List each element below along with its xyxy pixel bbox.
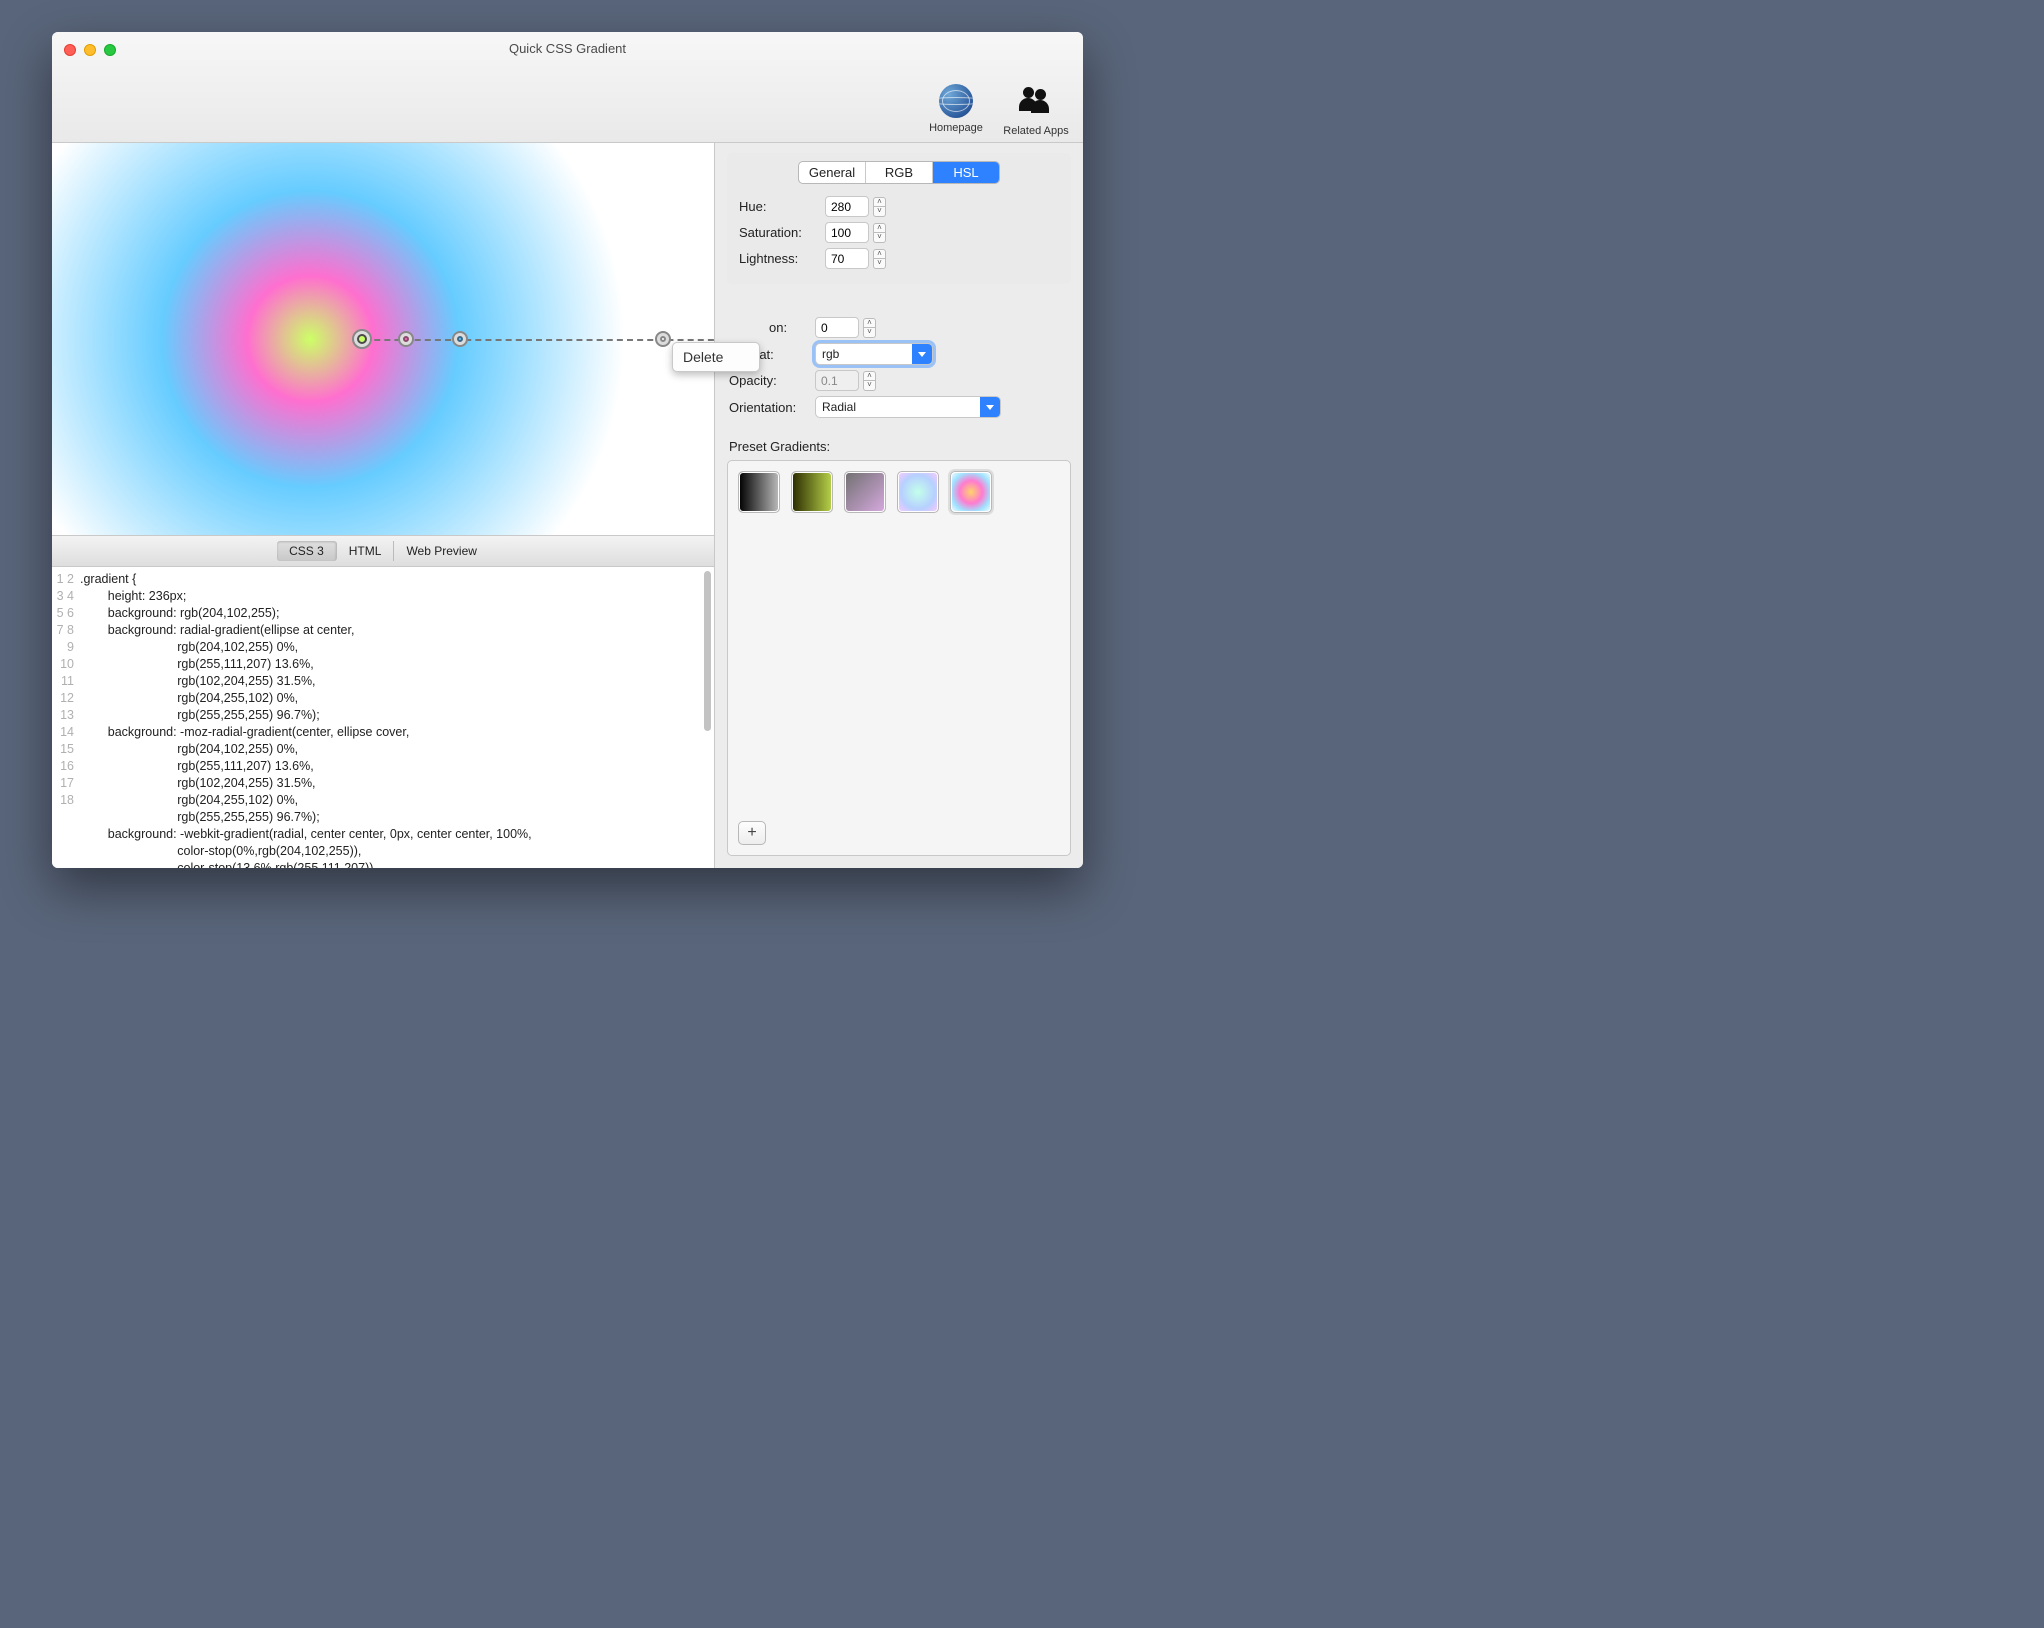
left-pane: CSS 3 HTML Web Preview 1 2 3 4 5 6 7 8 9… xyxy=(52,143,715,868)
position-label-partial: on: xyxy=(729,320,815,335)
format-value: rgb xyxy=(822,347,839,361)
orientation-select[interactable]: Radial xyxy=(815,396,1001,418)
tab-html[interactable]: HTML xyxy=(337,541,395,561)
homepage-button[interactable]: Homepage xyxy=(919,84,993,137)
code-output[interactable]: 1 2 3 4 5 6 7 8 9 10 11 12 13 14 15 16 1… xyxy=(52,567,714,868)
tab-rgb[interactable]: RGB xyxy=(866,162,933,183)
homepage-label: Homepage xyxy=(919,122,993,134)
people-icon xyxy=(1019,87,1053,115)
preset-swatch-3[interactable] xyxy=(844,471,886,513)
chevron-down-icon xyxy=(912,344,932,364)
content: CSS 3 HTML Web Preview 1 2 3 4 5 6 7 8 9… xyxy=(52,143,1083,868)
opacity-field xyxy=(815,370,859,391)
saturation-label: Saturation: xyxy=(739,225,825,240)
code-scrollbar[interactable] xyxy=(704,571,711,731)
output-tabs: CSS 3 HTML Web Preview xyxy=(52,535,714,567)
orientation-label: Orientation: xyxy=(729,400,815,415)
preset-swatch-5[interactable] xyxy=(950,471,992,513)
hue-stepper[interactable]: ˄˅ xyxy=(873,197,886,217)
add-preset-button[interactable]: + xyxy=(738,821,766,845)
lightness-label: Lightness: xyxy=(739,251,825,266)
opacity-stepper[interactable]: ˄˅ xyxy=(863,371,876,391)
preset-swatch-4[interactable] xyxy=(897,471,939,513)
saturation-stepper[interactable]: ˄˅ xyxy=(873,223,886,243)
related-apps-button[interactable]: Related Apps xyxy=(999,84,1073,137)
orientation-value: Radial xyxy=(822,400,856,414)
position-stepper[interactable]: ˄˅ xyxy=(863,318,876,338)
color-stop-0[interactable] xyxy=(352,329,372,349)
preset-swatch-2[interactable] xyxy=(791,471,833,513)
tab-web-preview[interactable]: Web Preview xyxy=(394,541,488,561)
context-menu: Delete xyxy=(672,342,760,372)
position-field[interactable] xyxy=(815,317,859,338)
saturation-field[interactable] xyxy=(825,222,869,243)
related-apps-label: Related Apps xyxy=(999,125,1073,137)
minimize-window-button[interactable] xyxy=(84,44,96,56)
toolbar: Homepage Related Apps xyxy=(919,84,1073,137)
code-gutter: 1 2 3 4 5 6 7 8 9 10 11 12 13 14 15 16 1… xyxy=(52,569,80,868)
globe-icon xyxy=(939,84,973,118)
presets-box: + xyxy=(727,460,1071,856)
opacity-label: Opacity: xyxy=(729,373,815,388)
presets-label: Preset Gradients: xyxy=(729,439,1067,454)
color-stop-2[interactable] xyxy=(452,331,468,347)
menu-item-delete[interactable]: Delete xyxy=(683,349,749,365)
hue-label: Hue: xyxy=(739,199,825,214)
right-sidebar: General RGB HSL Hue: ˄˅ Saturation: ˄˅ L… xyxy=(715,143,1083,868)
tab-hsl[interactable]: HSL xyxy=(933,162,999,183)
color-model-panel: General RGB HSL Hue: ˄˅ Saturation: ˄˅ L… xyxy=(727,153,1071,284)
hue-field[interactable] xyxy=(825,196,869,217)
color-model-segment: General RGB HSL xyxy=(798,161,1000,184)
zoom-window-button[interactable] xyxy=(104,44,116,56)
close-window-button[interactable] xyxy=(64,44,76,56)
titlebar: Quick CSS Gradient Homepage Related Apps xyxy=(52,32,1083,143)
format-select[interactable]: rgb xyxy=(815,343,933,365)
window-controls xyxy=(64,44,116,56)
app-window: Quick CSS Gradient Homepage Related Apps xyxy=(52,32,1083,868)
lightness-field[interactable] xyxy=(825,248,869,269)
code-body: .gradient { height: 236px; background: r… xyxy=(80,569,714,868)
gradient-preview[interactable] xyxy=(52,143,714,535)
color-stop-1[interactable] xyxy=(398,331,414,347)
chevron-down-icon xyxy=(980,397,1000,417)
tab-general[interactable]: General xyxy=(799,162,866,183)
window-title: Quick CSS Gradient xyxy=(52,32,1083,56)
color-stop-3[interactable] xyxy=(655,331,671,347)
plus-icon: + xyxy=(747,824,756,842)
lightness-stepper[interactable]: ˄˅ xyxy=(873,249,886,269)
preset-swatch-1[interactable] xyxy=(738,471,780,513)
tab-css3[interactable]: CSS 3 xyxy=(277,541,337,561)
